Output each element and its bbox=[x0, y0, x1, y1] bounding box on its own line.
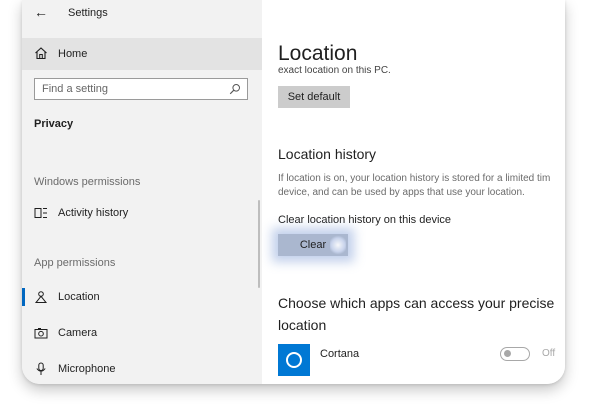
sidebar-item-label: Activity history bbox=[58, 207, 129, 219]
toggle-state-label: Off bbox=[542, 348, 556, 359]
window-title: Settings bbox=[68, 7, 108, 19]
clear-button[interactable]: Clear bbox=[278, 234, 348, 256]
microphone-icon bbox=[36, 362, 46, 375]
location-icon bbox=[34, 291, 48, 303]
settings-window: ← Settings Home Privacy Windows permissi… bbox=[22, 0, 565, 384]
section-app-permissions: App permissions bbox=[34, 257, 116, 269]
app-name: Cortana bbox=[320, 348, 360, 360]
section-windows-permissions: Windows permissions bbox=[34, 176, 141, 188]
sidebar-item-location[interactable]: Location bbox=[22, 284, 262, 310]
page-title: Location bbox=[278, 42, 358, 65]
description-line: device, and can be used by apps that use… bbox=[278, 187, 525, 198]
selection-marker bbox=[22, 288, 25, 306]
sidebar-item-microphone[interactable]: Microphone bbox=[22, 356, 262, 382]
app-row-cortana: Cortana Off bbox=[278, 344, 565, 376]
sidebar-scrollbar[interactable] bbox=[258, 200, 260, 288]
description-line: If location is on, your location history… bbox=[278, 173, 551, 184]
category-heading: Privacy bbox=[34, 118, 74, 130]
nav-home[interactable]: Home bbox=[22, 38, 262, 70]
toggle-knob bbox=[504, 350, 511, 357]
title-bar: ← Settings bbox=[22, 0, 262, 26]
sidebar-item-label: Camera bbox=[58, 327, 98, 339]
scrolled-text: exact location on this PC. bbox=[278, 66, 391, 75]
home-label: Home bbox=[58, 48, 88, 60]
back-arrow-icon[interactable]: ← bbox=[34, 4, 48, 20]
sidebar: ← Settings Home Privacy Windows permissi… bbox=[22, 0, 262, 384]
search-box[interactable] bbox=[34, 78, 248, 100]
set-default-button[interactable]: Set default bbox=[278, 86, 350, 108]
activity-history-icon bbox=[34, 208, 47, 218]
sidebar-item-camera[interactable]: Camera bbox=[22, 320, 262, 346]
cortana-icon bbox=[286, 352, 302, 368]
location-history-heading: Location history bbox=[278, 146, 377, 162]
apps-access-heading: Choose which apps can access your precis… bbox=[278, 295, 555, 333]
search-input[interactable] bbox=[42, 82, 222, 96]
clear-history-label: Clear location history on this device bbox=[278, 214, 452, 226]
cortana-location-toggle[interactable] bbox=[500, 347, 530, 361]
sidebar-item-label: Microphone bbox=[58, 363, 116, 375]
main-content: Location exact location on this PC. Set … bbox=[262, 0, 565, 384]
sidebar-item-activity-history[interactable]: Activity history bbox=[22, 200, 262, 226]
sidebar-item-label: Location bbox=[58, 291, 100, 303]
location-history-description: If location is on, your location history… bbox=[278, 172, 565, 200]
search-icon[interactable] bbox=[229, 83, 241, 95]
camera-icon bbox=[34, 328, 48, 339]
home-icon bbox=[35, 47, 47, 60]
cortana-app-tile bbox=[278, 344, 310, 376]
